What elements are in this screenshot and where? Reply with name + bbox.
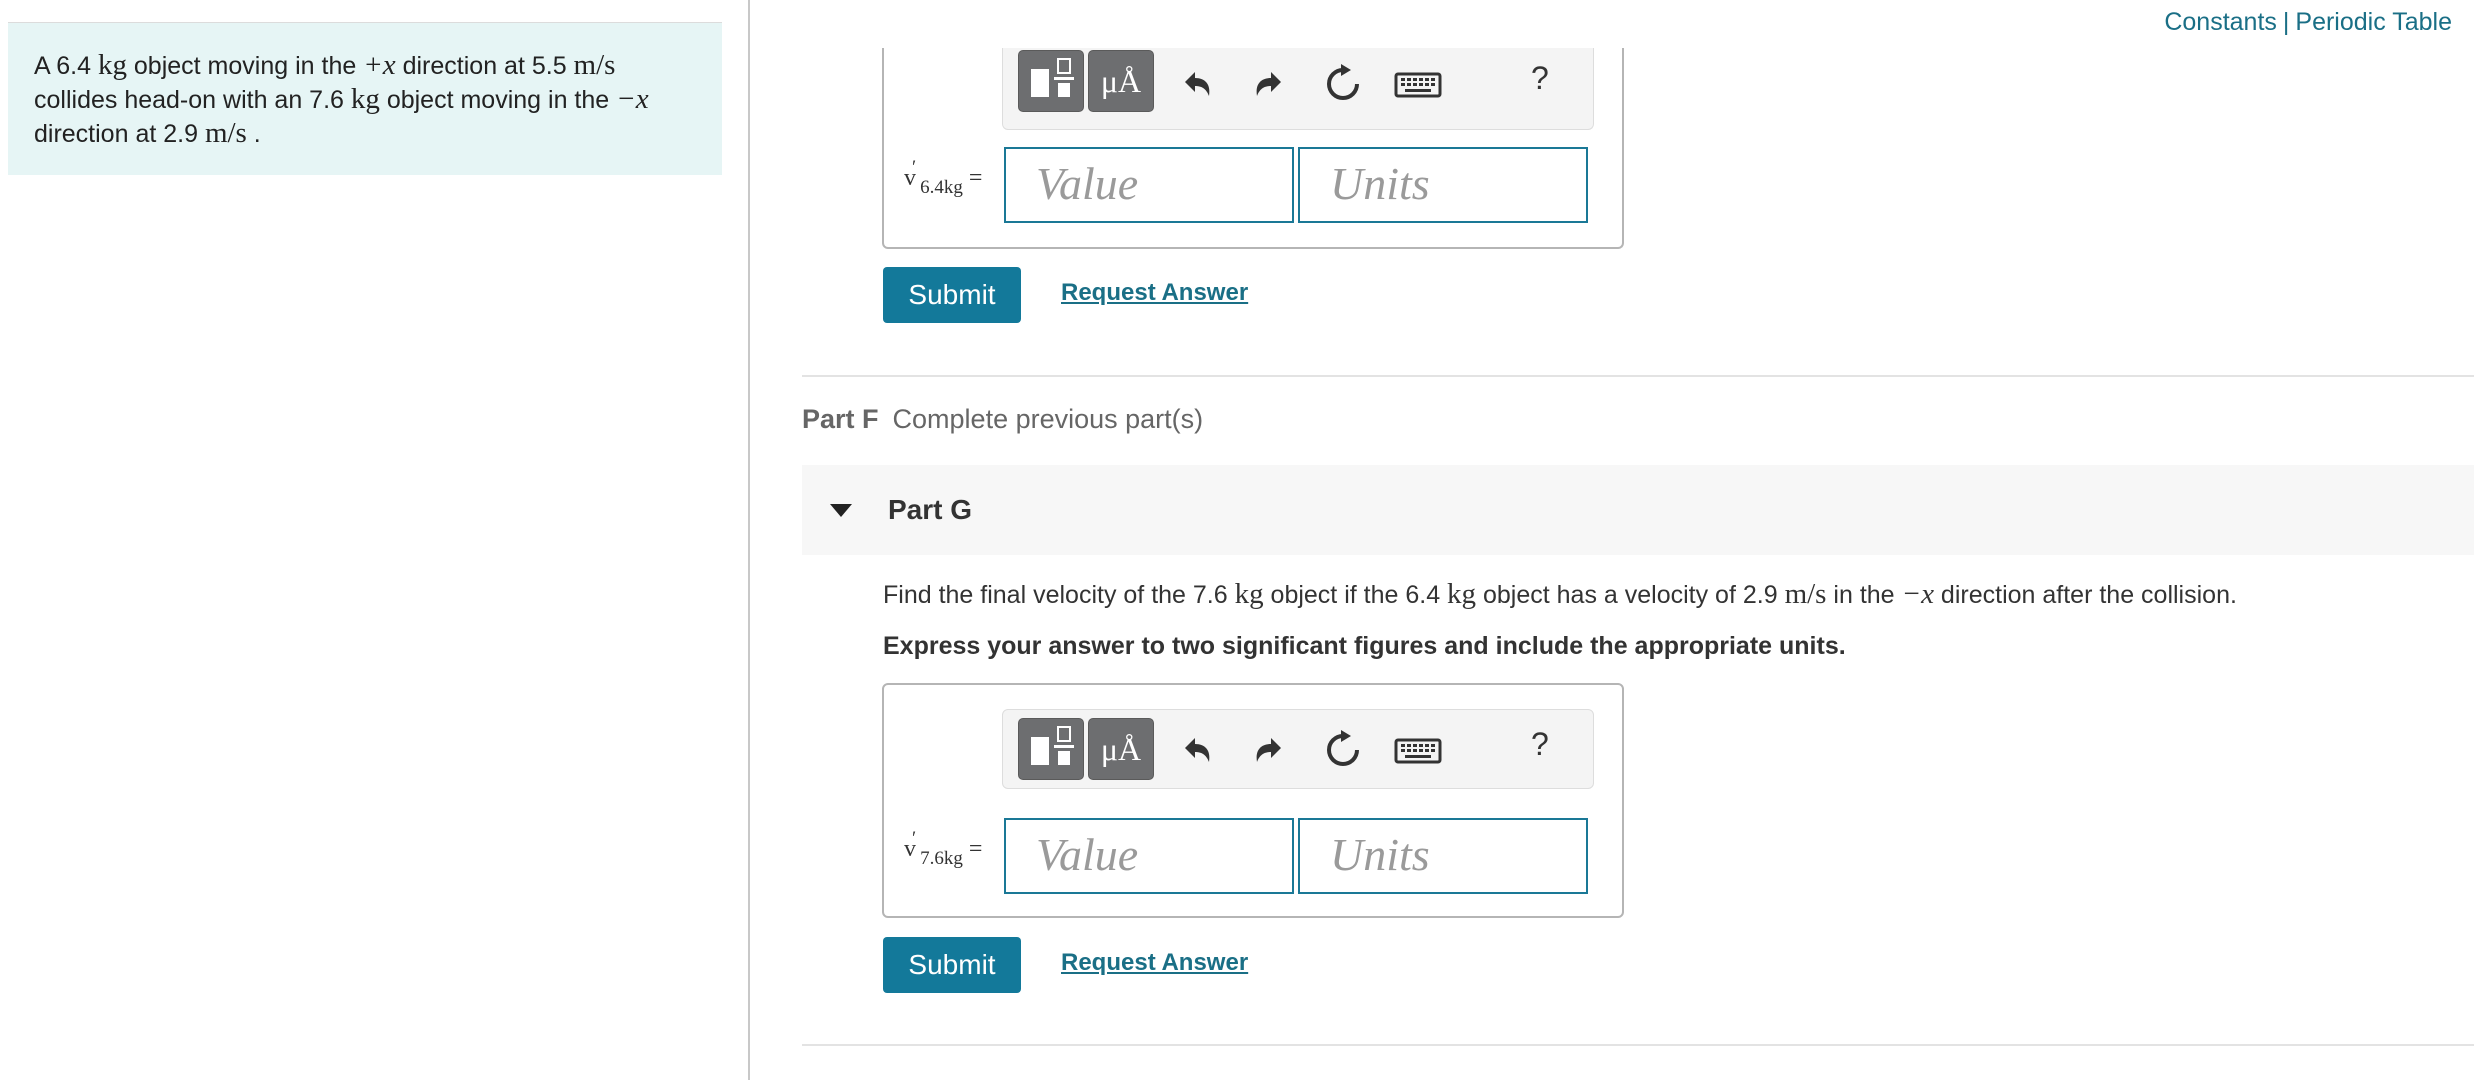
- problem-pane: A 6.4 kg object moving in the +x directi…: [0, 0, 750, 1080]
- help-button[interactable]: ?: [1531, 60, 1549, 97]
- link-separator: |: [2282, 8, 2290, 36]
- help-button[interactable]: ?: [1531, 726, 1549, 763]
- undo-icon[interactable]: [1175, 62, 1219, 106]
- problem-line-3: direction at 2.9 m/s .: [34, 117, 261, 149]
- periodic-table-link[interactable]: Periodic Table: [2295, 8, 2452, 36]
- reset-icon[interactable]: [1321, 62, 1365, 106]
- problem-line-2: collides head-on with an 7.6 kg object m…: [34, 83, 649, 115]
- part-g-answer-box: μÅ ? v′7.6kg = Value Units: [882, 683, 1624, 918]
- part-g-value-input[interactable]: Value: [1004, 818, 1294, 894]
- undo-icon[interactable]: [1175, 728, 1219, 772]
- part-g-toolbar: μÅ ?: [1002, 709, 1594, 789]
- units-button[interactable]: μÅ: [1088, 50, 1154, 112]
- units-button[interactable]: μÅ: [1088, 718, 1154, 780]
- section-divider: [802, 375, 2474, 377]
- part-e-answer-box: μÅ ? v′6.4kg = Value Units: [882, 48, 1624, 249]
- redo-icon[interactable]: [1247, 728, 1291, 772]
- templates-button[interactable]: [1018, 718, 1084, 780]
- part-g-request-answer-link[interactable]: Request Answer: [1061, 949, 1248, 977]
- redo-icon[interactable]: [1247, 62, 1291, 106]
- part-g-units-input[interactable]: Units: [1298, 818, 1588, 894]
- templates-icon: [1031, 726, 1074, 765]
- templates-button[interactable]: [1018, 50, 1084, 112]
- part-e-toolbar: μÅ ?: [1002, 48, 1594, 130]
- constants-link[interactable]: Constants: [2164, 8, 2277, 36]
- keyboard-icon[interactable]: [1393, 64, 1443, 108]
- top-links: Constants | Periodic Table: [2164, 8, 2452, 37]
- part-e-units-input[interactable]: Units: [1298, 147, 1588, 223]
- part-e-value-input[interactable]: Value: [1004, 147, 1294, 223]
- part-g-variable-label: v′7.6kg =: [904, 828, 983, 869]
- part-g-header[interactable]: Part G: [802, 465, 2474, 555]
- problem-statement: A 6.4 kg object moving in the +x directi…: [8, 23, 722, 175]
- part-e-submit-button[interactable]: Submit: [883, 267, 1021, 323]
- part-f-label: Part F: [802, 404, 879, 434]
- part-e-request-answer-link[interactable]: Request Answer: [1061, 279, 1248, 307]
- part-g-submit-button[interactable]: Submit: [883, 937, 1021, 993]
- collapse-caret-icon[interactable]: [830, 504, 852, 517]
- part-g-instruction: Express your answer to two significant f…: [883, 632, 1846, 660]
- pane-divider[interactable]: [748, 0, 750, 1080]
- section-divider: [802, 1044, 2474, 1046]
- part-g-label: Part G: [888, 494, 973, 525]
- part-f-status: Complete previous part(s): [892, 404, 1204, 434]
- part-g-question: Find the final velocity of the 7.6 kg ob…: [883, 578, 2237, 610]
- part-f-row: Part F Complete previous part(s): [802, 404, 1203, 435]
- problem-line-1: A 6.4 kg object moving in the +x directi…: [34, 49, 616, 81]
- part-e-variable-label: v′6.4kg =: [904, 157, 983, 198]
- keyboard-icon[interactable]: [1393, 730, 1443, 774]
- templates-icon: [1031, 58, 1074, 97]
- reset-icon[interactable]: [1321, 728, 1365, 772]
